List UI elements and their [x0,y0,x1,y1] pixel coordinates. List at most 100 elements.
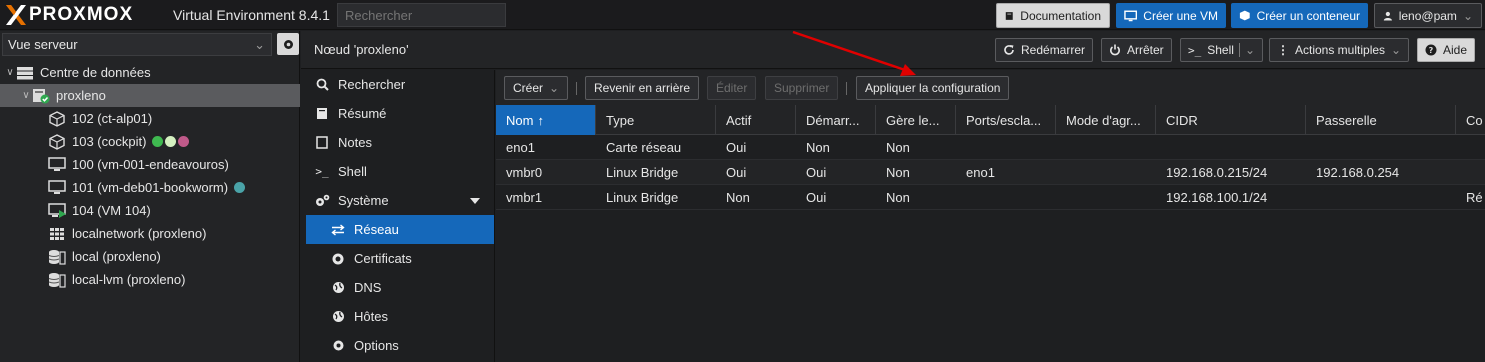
menu-item-label: Réseau [354,222,399,237]
chevron-down-icon: ⌄ [254,37,265,52]
view-select-value: Vue serveur [8,37,78,52]
tree-item-vm-101[interactable]: 101 (vm-deb01-bookworm) [0,176,300,199]
create-button[interactable]: Créer ⌄ [504,76,569,100]
column-header-cidr[interactable]: CIDR [1156,105,1306,135]
cell-vlan-aware: Non [886,165,910,180]
tree-item-node-proxleno[interactable]: ∨ proxleno [0,84,300,107]
tree-item-storage-local[interactable]: local (proxleno) [0,245,300,268]
apply-configuration-button[interactable]: Appliquer la configuration [856,76,1010,100]
column-header-comment[interactable]: Co [1456,105,1485,135]
delete-button[interactable]: Supprimer [765,76,839,100]
shutdown-button[interactable]: Arrêter [1101,38,1172,62]
column-header-gateway[interactable]: Passerelle [1306,105,1456,135]
brand-name: PROXMOX [29,4,134,25]
menu-item-certificates[interactable]: Certificats [301,244,494,273]
tree-item-ct-102[interactable]: 102 (ct-alp01) [0,107,300,130]
cell-ports: eno1 [966,165,995,180]
table-row[interactable]: vmbr0 Linux Bridge Oui Oui Non eno1 192.… [496,160,1485,185]
cell-comment [1456,160,1485,185]
cell-ports [956,135,1056,160]
view-select[interactable]: Vue serveur ⌄ [2,33,272,56]
cell-gateway [1306,185,1456,210]
cell-gateway: 192.168.0.254 [1316,165,1400,180]
table-row[interactable]: eno1 Carte réseau Oui Non Non [496,135,1485,160]
tree-settings-button[interactable] [277,33,299,55]
divider [1238,43,1240,57]
menu-item-label: Rechercher [338,77,406,92]
menu-item-summary[interactable]: Résumé [301,99,494,128]
shell-label: Shell [1207,43,1234,57]
menu-item-system[interactable]: Système [301,186,494,215]
create-vm-button[interactable]: Créer une VM [1116,3,1226,28]
monitor-icon [1124,10,1138,21]
menu-item-shell[interactable]: >_ Shell [301,157,494,186]
menu-item-options[interactable]: Options [301,331,494,360]
bulk-actions-button[interactable]: ⋮ Actions multiples ⌄ [1269,38,1410,62]
chevron-down-icon[interactable]: ⌄ [1245,43,1255,57]
tree-item-label: 103 (cockpit) [72,134,147,149]
cell-active: Non [726,190,750,205]
cell-cidr: 192.168.100.1/24 [1166,190,1268,205]
storage-icon [48,272,66,288]
shell-button[interactable]: >_ Shell ⌄ [1180,38,1263,62]
column-header-active[interactable]: Actif [716,105,796,135]
proxmox-x-icon [4,4,28,26]
storage-icon [48,249,66,265]
tree-item-datacenter[interactable]: ∨ Centre de données [0,61,300,84]
page-title: Nœud 'proxleno' [314,42,409,57]
column-header-autostart[interactable]: Démarr... [796,105,876,135]
user-menu-button[interactable]: leno@pam ⌄ [1374,3,1482,28]
menu-item-search[interactable]: Rechercher [301,70,494,99]
create-container-button[interactable]: Créer un conteneur [1231,3,1368,28]
network-panel: Créer ⌄ Revenir en arrière Éditer Suppri… [496,70,1485,362]
column-header-name[interactable]: Nom ↑ [496,105,596,135]
revert-button[interactable]: Revenir en arrière [585,76,700,100]
column-header-ports-slaves[interactable]: Ports/escla... [956,105,1056,135]
globe-icon [330,281,346,295]
cell-comment [1456,135,1485,160]
menu-item-network[interactable]: Réseau [306,215,494,244]
apply-configuration-label: Appliquer la configuration [865,81,1001,95]
menu-item-label: Options [354,338,399,353]
search-input[interactable] [337,3,506,27]
notes-icon [314,136,330,150]
tree-item-vm-100[interactable]: 100 (vm-001-endeavouros) [0,153,300,176]
tree-item-vm-104[interactable]: 104 (VM 104) [0,199,300,222]
menu-item-notes[interactable]: Notes [301,128,494,157]
tree-item-storage-local-lvm[interactable]: local-lvm (proxleno) [0,268,300,291]
column-header-type[interactable]: Type [596,105,716,135]
expand-toggle-icon[interactable]: ∨ [4,67,16,78]
cell-gateway [1306,135,1456,160]
column-header-bond-mode[interactable]: Mode d'agr... [1056,105,1156,135]
cell-vlan-aware: Non [886,140,910,155]
caret-down-icon[interactable] [470,198,480,204]
expand-toggle-icon[interactable]: ∨ [20,90,32,101]
cell-ports [956,185,1056,210]
table-row[interactable]: vmbr1 Linux Bridge Non Oui Non 192.168.1… [496,185,1485,210]
cogs-icon [314,194,330,208]
tag-dot [152,136,164,147]
vm-running-icon [48,202,66,219]
ellipsis-vertical-icon: ⋮ [1277,43,1289,57]
cell-vlan-aware: Non [886,190,910,205]
documentation-button[interactable]: Documentation [996,3,1110,28]
gear-icon [330,339,346,353]
cell-cidr [1156,135,1306,160]
tree-item-label: 104 (VM 104) [72,203,151,218]
help-button[interactable]: ? Aide [1417,38,1476,62]
edit-button[interactable]: Éditer [707,76,757,100]
power-icon [1110,44,1120,56]
cell-bond-mode [1056,135,1156,160]
tree-item-label: 101 (vm-deb01-bookworm) [72,180,229,195]
globe-icon [330,310,346,324]
tree-item-sdn-localnetwork[interactable]: localnetwork (proxleno) [0,222,300,245]
reboot-button[interactable]: Redémarrer [995,38,1094,62]
revert-label: Revenir en arrière [594,81,691,95]
column-header-vlan-aware[interactable]: Gère le... [876,105,956,135]
tag-dot [234,182,246,193]
chevron-down-icon: ⌄ [1391,43,1402,57]
vm-icon [48,157,66,173]
tree-item-ct-103[interactable]: 103 (cockpit) [0,130,300,153]
menu-item-hosts[interactable]: Hôtes [301,302,494,331]
menu-item-dns[interactable]: DNS [301,273,494,302]
